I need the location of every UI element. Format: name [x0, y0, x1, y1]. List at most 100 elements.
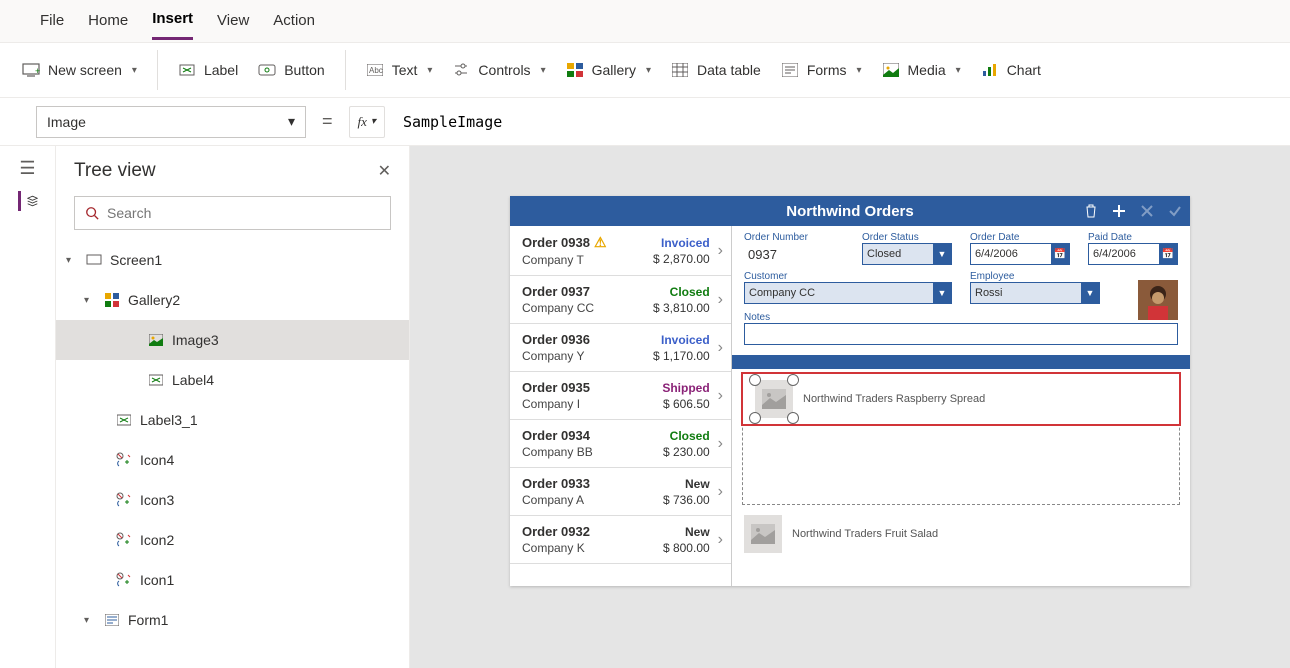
image-placeholder-icon: [744, 515, 782, 553]
label-icon: [146, 370, 166, 390]
tab-file[interactable]: File: [40, 12, 64, 39]
label-icon: [178, 61, 196, 79]
chevron-right-icon: ›: [718, 483, 723, 501]
order-row[interactable]: Order 0935Company IShipped$ 606.50›: [510, 372, 731, 420]
screen-icon: +: [22, 61, 40, 79]
tab-home[interactable]: Home: [88, 12, 128, 39]
line-item-name: Northwind Traders Fruit Salad: [792, 528, 938, 540]
tree-item-icon4[interactable]: Icon4: [56, 440, 409, 480]
tree-item-screen1[interactable]: ▾Screen1: [56, 240, 409, 280]
tree-item-label4[interactable]: Label4: [56, 360, 409, 400]
order-row[interactable]: Order 0938 ⚠Company TInvoiced$ 2,870.00›: [510, 226, 731, 276]
chevron-down-icon: ▾: [371, 116, 376, 127]
label-icon: [114, 410, 134, 430]
trash-icon[interactable]: [1082, 202, 1100, 220]
button-button[interactable]: Button: [248, 55, 334, 85]
tab-action[interactable]: Action: [273, 12, 315, 39]
image-placeholder-icon[interactable]: [755, 380, 793, 418]
section-bar: [732, 355, 1190, 369]
app-title: Northwind Orders: [786, 203, 914, 220]
text-button[interactable]: Abc Text ▾: [356, 55, 443, 85]
table-icon: [671, 61, 689, 79]
chevron-right-icon: ›: [718, 531, 723, 549]
new-screen-button[interactable]: + New screen ▾: [12, 55, 147, 85]
tab-view[interactable]: View: [217, 12, 249, 39]
tree-item-label3-1[interactable]: Label3_1: [56, 400, 409, 440]
search-input[interactable]: [107, 205, 380, 221]
chevron-right-icon: ›: [718, 242, 723, 260]
icon-icon: [114, 450, 134, 470]
forms-button[interactable]: Forms ▾: [771, 55, 872, 85]
order-row[interactable]: Order 0934Company BBClosed$ 230.00›: [510, 420, 731, 468]
left-rail: ☰: [0, 146, 56, 668]
check-icon[interactable]: [1166, 202, 1184, 220]
tree-item-icon2[interactable]: Icon2: [56, 520, 409, 560]
chevron-right-icon: ›: [718, 435, 723, 453]
fld-employee[interactable]: Rossi▼: [970, 282, 1100, 304]
order-row[interactable]: Order 0937Company CCClosed$ 3,810.00›: [510, 276, 731, 324]
employee-avatar: [1138, 280, 1178, 320]
gallery-button[interactable]: Gallery ▾: [556, 55, 661, 85]
chevron-down-icon: ▼: [933, 283, 951, 303]
app-preview: Northwind Orders Order 0938 ⚠Company TIn…: [510, 196, 1190, 586]
lbl-order-date: Order Date: [970, 232, 1070, 243]
line-item-row[interactable]: Northwind Traders Raspberry Spread: [741, 372, 1181, 426]
canvas[interactable]: Northwind Orders Order 0938 ⚠Company TIn…: [410, 146, 1290, 668]
new-screen-label: New screen: [48, 62, 122, 78]
svg-text:+: +: [35, 66, 40, 76]
fld-order-date[interactable]: 6/4/2006📅: [970, 243, 1070, 265]
datatable-button[interactable]: Data table: [661, 55, 771, 85]
tree-view-panel: Tree view ✕ ▾Screen1 ▾Gallery2 Image3 La…: [56, 146, 410, 668]
chevron-down-icon: ▾: [427, 65, 432, 76]
image-icon: [146, 330, 166, 350]
lbl-order-number: Order Number: [744, 232, 844, 243]
chevron-down-icon: ▼: [1081, 283, 1099, 303]
chevron-down-icon: ▼: [933, 244, 951, 264]
cancel-icon[interactable]: [1138, 202, 1156, 220]
tree-search[interactable]: [74, 196, 391, 230]
add-icon[interactable]: [1110, 202, 1128, 220]
line-item-name: Northwind Traders Raspberry Spread: [803, 393, 985, 405]
fld-order-status[interactable]: Closed▼: [862, 243, 952, 265]
label-button[interactable]: Label: [168, 55, 248, 85]
order-row[interactable]: Order 0932Company KNew$ 800.00›: [510, 516, 731, 564]
fld-paid-date[interactable]: 6/4/2006📅: [1088, 243, 1178, 265]
icon-icon: [114, 570, 134, 590]
search-icon: [85, 206, 99, 220]
chart-icon: [981, 61, 999, 79]
fx-button[interactable]: fx ▾: [349, 106, 385, 138]
tree-item-gallery2[interactable]: ▾Gallery2: [56, 280, 409, 320]
forms-btn-label: Forms: [807, 62, 847, 78]
button-btn-label: Button: [284, 62, 324, 78]
separator: [157, 50, 158, 90]
calendar-icon: 📅: [1159, 244, 1177, 264]
tree-item-image3[interactable]: Image3: [56, 320, 409, 360]
tree-item-icon1[interactable]: Icon1: [56, 560, 409, 600]
chevron-down-icon: ▾: [288, 113, 295, 130]
order-row[interactable]: Order 0936Company YInvoiced$ 1,170.00›: [510, 324, 731, 372]
controls-button[interactable]: Controls ▾: [442, 55, 555, 85]
chevron-down-icon: ▾: [132, 65, 137, 76]
tree-item-form1[interactable]: ▾Form1: [56, 600, 409, 640]
line-item-row[interactable]: Northwind Traders Fruit Salad: [732, 509, 1190, 559]
tab-insert[interactable]: Insert: [152, 10, 193, 40]
property-selector[interactable]: Image ▾: [36, 106, 306, 138]
notes-input[interactable]: [744, 323, 1178, 345]
form-icon: [102, 610, 122, 630]
media-button[interactable]: Media ▾: [872, 55, 971, 85]
screen-icon: [84, 250, 104, 270]
formula-input[interactable]: [395, 106, 1280, 138]
chevron-down-icon: ▾: [856, 65, 861, 76]
order-row[interactable]: Order 0933Company ANew$ 736.00›: [510, 468, 731, 516]
order-list[interactable]: Order 0938 ⚠Company TInvoiced$ 2,870.00›…: [510, 226, 732, 586]
chevron-down-icon: ▾: [956, 65, 961, 76]
tree-item-icon3[interactable]: Icon3: [56, 480, 409, 520]
menu-tabs: File Home Insert View Action: [0, 0, 1290, 42]
close-icon[interactable]: ✕: [378, 161, 391, 181]
formula-bar: Image ▾ = fx ▾: [0, 98, 1290, 146]
tree-view-icon[interactable]: [18, 191, 38, 211]
lbl-notes: Notes: [744, 312, 1178, 323]
chart-button[interactable]: Chart: [971, 55, 1051, 85]
fld-customer[interactable]: Company CC▼: [744, 282, 952, 304]
hamburger-icon[interactable]: ☰: [19, 158, 35, 179]
